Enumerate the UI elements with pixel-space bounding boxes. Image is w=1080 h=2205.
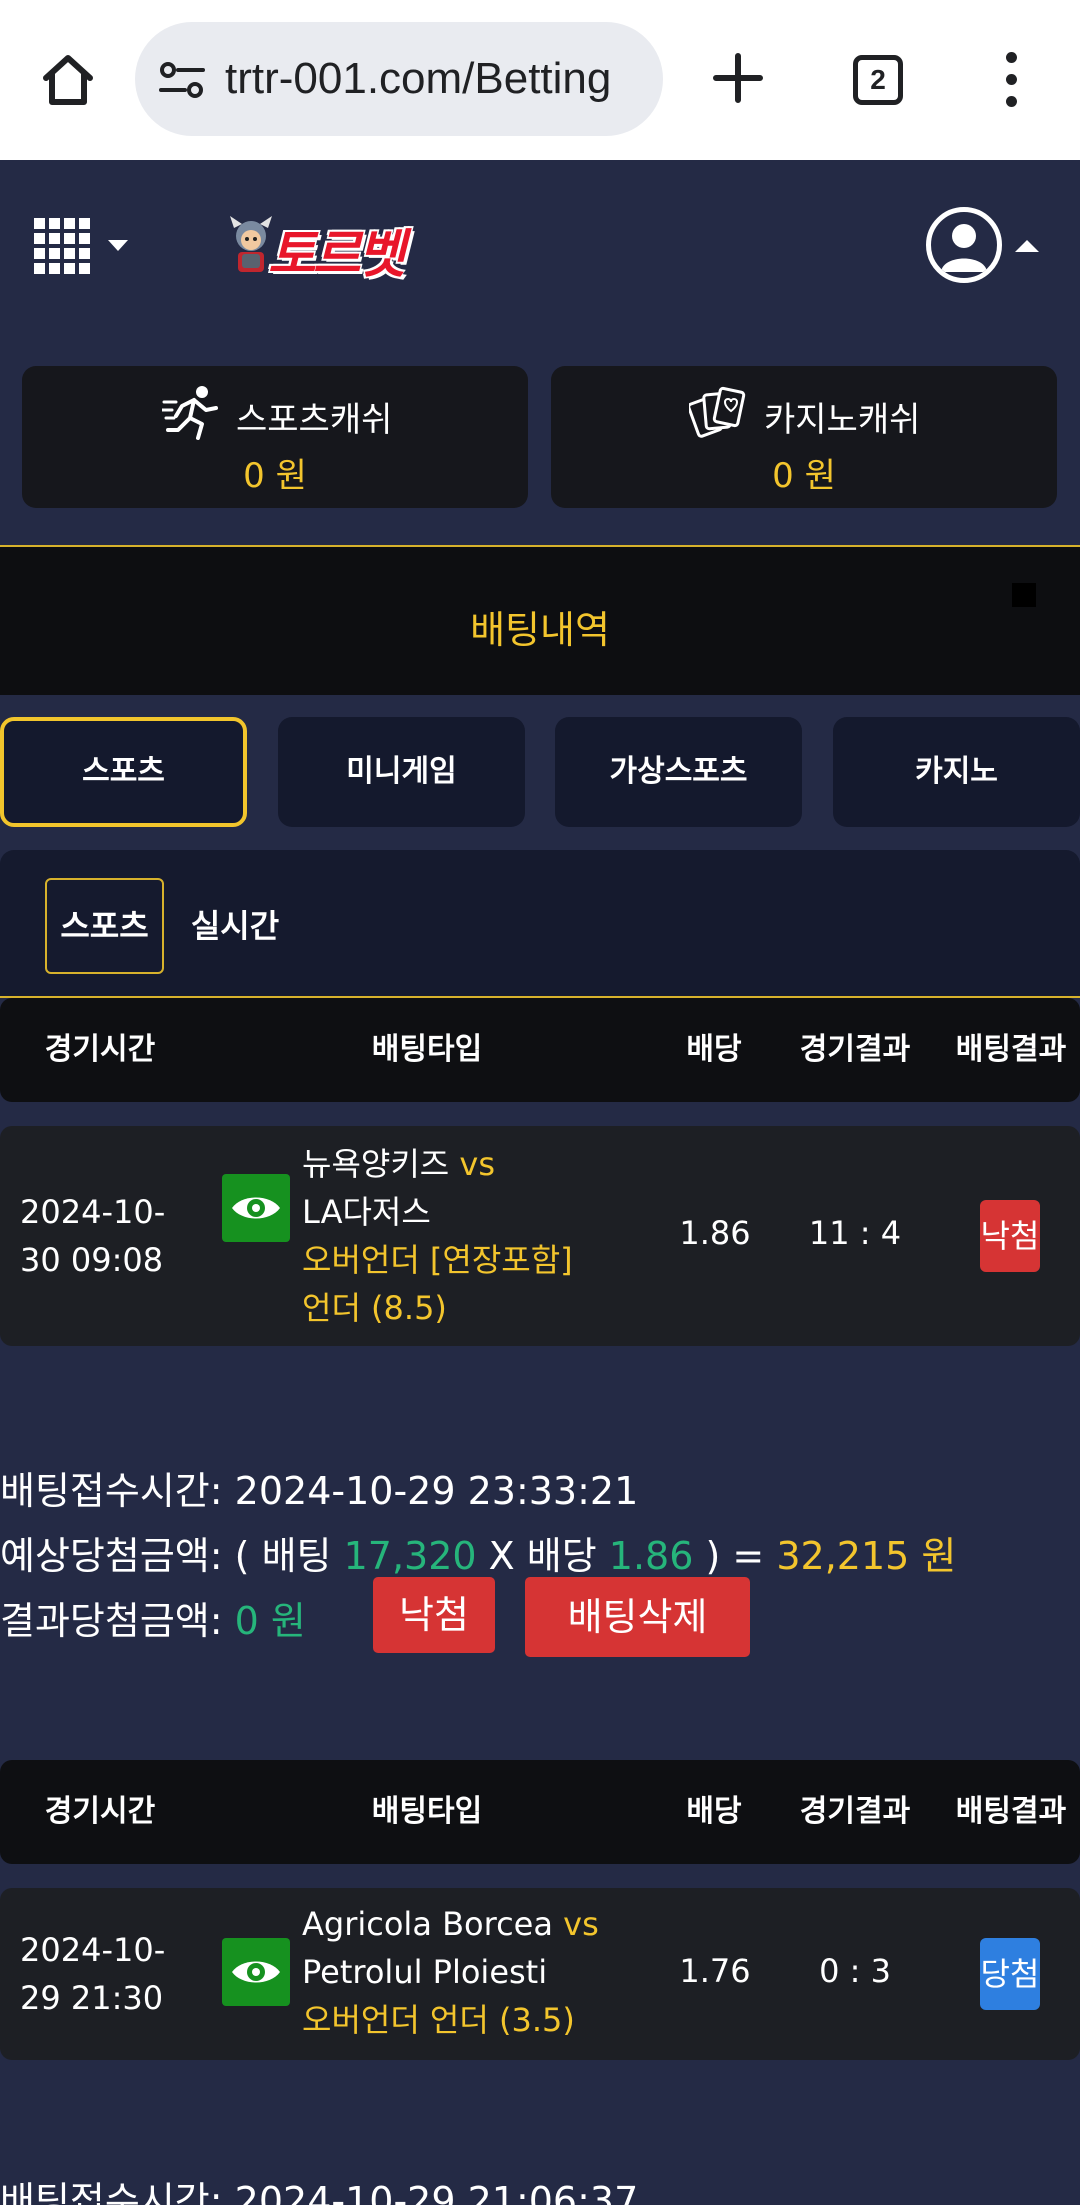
casino-cash-amount: 0 원 xyxy=(772,456,836,496)
col-bet-result: 배팅결과 xyxy=(955,1032,1067,1067)
expected-paren-open: ( 배팅 xyxy=(234,1534,332,1578)
accept-time-value: 2024-10-29 23:33:21 xyxy=(234,1469,639,1513)
tab-switcher-button[interactable]: 2 xyxy=(853,55,903,105)
bet-accept-time: 배팅접수시간: 2024-10-29 21:06:37 xyxy=(0,2170,638,2205)
away-team: Petrolul Ploiesti xyxy=(302,1953,548,1991)
game-score: 0 : 3 xyxy=(819,1952,891,1990)
playing-cards-icon xyxy=(689,386,746,438)
subtab-sports[interactable]: 스포츠 xyxy=(45,878,164,974)
home-team: 뉴욕양키즈 xyxy=(302,1145,450,1183)
game-score: 11 : 4 xyxy=(808,1214,902,1252)
col-game-time: 경기시간 xyxy=(44,1032,156,1067)
tab-casino[interactable]: 카지노 xyxy=(833,717,1080,827)
col-game-result: 경기결과 xyxy=(799,1794,911,1829)
sports-cash-label: 스포츠캐쉬 xyxy=(236,400,393,440)
casino-cash-label: 카지노캐쉬 xyxy=(764,400,921,440)
eye-icon[interactable] xyxy=(222,1174,290,1242)
home-team: Agricola Borcea xyxy=(302,1905,553,1943)
expected-amount: 32,215 원 xyxy=(776,1534,957,1578)
result-amount: 0 원 xyxy=(234,1599,306,1643)
table-row: 2024-10- 30 09:08 뉴욕양키즈 vs LA다저스 오버언더 [연… xyxy=(0,1126,1080,1346)
result-winnings: 결과당첨금액: 0 원 xyxy=(0,1590,306,1645)
summary-odds: 1.86 xyxy=(608,1534,694,1578)
address-bar[interactable]: trtr-001.com/Betting xyxy=(135,22,663,136)
game-clock: 29 21:30 xyxy=(20,1979,164,2017)
chevron-up-icon[interactable] xyxy=(1015,240,1039,252)
page-title: 배팅내역 xyxy=(470,608,610,652)
close-square-icon[interactable] xyxy=(1012,583,1036,607)
col-game-result: 경기결과 xyxy=(799,1032,911,1067)
bet-odds: 1.76 xyxy=(679,1952,751,1990)
logo-text: 토르벳 xyxy=(268,225,406,285)
user-avatar-icon[interactable] xyxy=(926,207,1002,283)
site-settings-icon[interactable] xyxy=(159,60,205,100)
away-team: LA다저스 xyxy=(302,1193,431,1231)
bet-result-badge: 당첨 xyxy=(980,1938,1040,2010)
times-odds-label: X 배당 xyxy=(488,1534,597,1578)
bet-market: 오버언더 언더 (3.5) xyxy=(302,2001,575,2039)
accept-time-label: 배팅접수시간: xyxy=(0,2179,223,2205)
bet-pick: 언더 (8.5) xyxy=(302,1289,447,1327)
running-icon xyxy=(162,386,218,440)
apps-grid-icon[interactable] xyxy=(34,218,90,274)
expected-winnings: 예상당첨금액: ( 배팅 17,320 X 배당 1.86 ) = 32,215… xyxy=(0,1525,956,1580)
vs-label: vs xyxy=(459,1145,495,1183)
section-title-bar: 배팅내역 xyxy=(0,545,1080,695)
subtab-bar: 스포츠 실시간 xyxy=(0,850,1080,998)
col-bet-result: 배팅결과 xyxy=(955,1794,1067,1829)
site-logo[interactable]: 토르벳 xyxy=(228,210,438,285)
result-label: 결과당첨금액: xyxy=(0,1599,223,1643)
bet-result-badge: 낙첨 xyxy=(980,1200,1040,1272)
col-odds: 배당 xyxy=(686,1032,742,1067)
bet-accept-time: 배팅접수시간: 2024-10-29 23:33:21 xyxy=(0,1460,638,1515)
col-odds: 배당 xyxy=(686,1794,742,1829)
sports-cash-card[interactable]: 스포츠캐쉬 0 원 xyxy=(22,366,528,508)
new-tab-icon[interactable] xyxy=(712,52,764,104)
bet-type: Agricola Borcea vs Petrolul Ploiesti 오버언… xyxy=(302,1900,599,2044)
tab-virtual-sports[interactable]: 가상스포츠 xyxy=(555,717,802,827)
browser-toolbar: trtr-001.com/Betting 2 xyxy=(0,0,1080,160)
game-time: 2024-10- 30 09:08 xyxy=(20,1188,180,1284)
accept-time-value: 2024-10-29 21:06:37 xyxy=(234,2179,639,2205)
col-bet-type: 배팅타입 xyxy=(371,1032,483,1067)
home-icon[interactable] xyxy=(38,50,98,110)
bet-market: 오버언더 [연장포함] xyxy=(302,1241,573,1279)
delete-bet-button[interactable]: 배팅삭제 xyxy=(525,1577,750,1657)
col-game-time: 경기시간 xyxy=(44,1794,156,1829)
bet-type: 뉴욕양키즈 vs LA다저스 오버언더 [연장포함] 언더 (8.5) xyxy=(302,1140,573,1332)
game-time: 2024-10- 29 21:30 xyxy=(20,1926,180,2022)
table-row: 2024-10- 29 21:30 Agricola Borcea vs Pet… xyxy=(0,1888,1080,2060)
url-text[interactable]: trtr-001.com/Betting xyxy=(225,54,611,104)
expected-label: 예상당첨금액: xyxy=(0,1534,223,1578)
sports-cash-amount: 0 원 xyxy=(243,456,307,496)
expected-paren-close: ) = xyxy=(705,1534,765,1578)
more-menu-icon[interactable] xyxy=(1000,52,1022,108)
lose-status-button[interactable]: 낙첨 xyxy=(373,1577,495,1653)
accept-time-label: 배팅접수시간: xyxy=(0,1469,223,1513)
game-date: 2024-10- xyxy=(20,1193,166,1231)
table-header: 경기시간 배팅타입 배당 경기결과 배팅결과 xyxy=(0,1760,1080,1864)
bet-amount: 17,320 xyxy=(343,1534,477,1578)
table-header: 경기시간 배팅타입 배당 경기결과 배팅결과 xyxy=(0,998,1080,1102)
bet-odds: 1.86 xyxy=(679,1214,751,1252)
tab-sports[interactable]: 스포츠 xyxy=(0,717,247,827)
chevron-down-icon[interactable] xyxy=(108,240,128,251)
subtab-live[interactable]: 실시간 xyxy=(185,878,285,974)
tab-minigame[interactable]: 미니게임 xyxy=(278,717,525,827)
game-date: 2024-10- xyxy=(20,1931,166,1969)
vs-label: vs xyxy=(563,1905,599,1943)
game-clock: 30 09:08 xyxy=(20,1241,164,1279)
site-header: 토르벳 xyxy=(0,160,1080,360)
casino-cash-card[interactable]: 카지노캐쉬 0 원 xyxy=(551,366,1057,508)
col-bet-type: 배팅타입 xyxy=(371,1794,483,1829)
eye-icon[interactable] xyxy=(222,1938,290,2006)
